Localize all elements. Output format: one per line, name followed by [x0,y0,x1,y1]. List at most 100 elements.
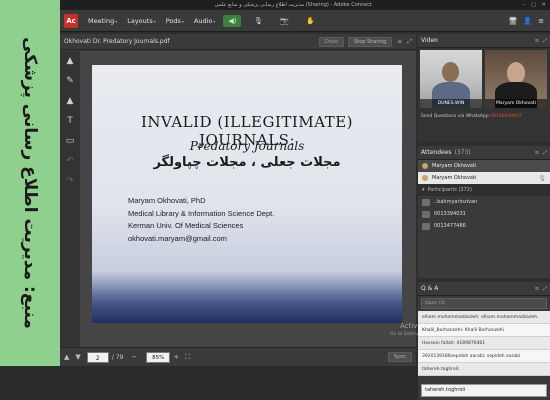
activate-windows-hint: Go to Settings to activate Windows. [390,332,471,337]
qa-pod: Q & A ≡ ⤢ Open (3) elham mohammadzadeh: … [418,282,550,400]
redo-icon[interactable]: ↷ [60,171,80,191]
qa-question-row[interactable]: tahereh.toghroli: [418,363,550,376]
participants-label: Participants (372) [427,187,472,193]
highlighter-tool-icon[interactable]: ▲ [60,91,80,111]
user-icon [422,210,430,218]
chevron-down-icon: ▾ [153,18,156,24]
previous-page-icon[interactable]: ▲ [64,353,69,361]
attendees-title: Attendees [421,149,452,156]
page-number-input[interactable]: 2 [86,351,109,363]
video-tile-1[interactable]: DUNES.WIN [420,50,482,108]
user-icon [422,175,428,181]
next-page-icon[interactable]: ▼ [75,353,80,361]
menu-audio[interactable]: Audio▾ [194,17,216,25]
maximize-pod-icon[interactable]: ⤢ [543,286,547,292]
chevron-down-icon: ▾ [115,18,118,24]
document-viewer: INVALID (ILLEGITIMATE) JOURNALS: Predato… [80,51,416,347]
adobe-connect-window: مدیریت اطلاع رسانی پزشکی و منابع علمی (S… [60,0,550,400]
list-item[interactable]: 0013394031 [418,208,550,220]
stop-sharing-button[interactable]: Stop Sharing [348,36,393,47]
author-name: Maryam Okhovati, PhD [128,196,206,205]
slide-persian-title: مجلات جعلی ، مجلات چپاولگر [153,155,341,170]
user-icon[interactable]: 👤 [523,17,532,25]
author-university: Kerman Univ. Of Medical Sciences [128,221,244,230]
user-icon [422,198,430,206]
slide: INVALID (ILLEGITIMATE) JOURNALS: Predato… [92,65,402,323]
shape-tool-icon[interactable]: ▭ [60,131,80,151]
video-pod-title: Video [421,37,438,44]
pod-menu-icon[interactable]: ≡ [535,150,539,156]
share-pod: Okhovati Dr. Predatory Journals.pdf Draw… [60,34,416,366]
user-icon [422,163,428,169]
camera-icon[interactable]: 📷 [275,15,293,27]
annotation-toolbar: ▲ ✎ ▲ T ▭ ↶ ↷ [60,51,80,347]
maximize-pod-icon[interactable]: ⤢ [407,38,412,46]
window-title: مدیریت اطلاع رسانی پزشکی و منابع علمی (S… [214,2,372,8]
participants-section-header[interactable]: ▾ Participants (372) [418,184,550,196]
speaker-icon[interactable]: ◀) [223,14,242,27]
pod-menu-icon[interactable]: ≡ [397,38,402,45]
qa-title: Q & A [421,285,439,292]
qa-filter-select[interactable]: Open (3) [421,298,547,309]
presenter-row[interactable]: Maryam Okhovati 🎙 [418,172,550,184]
pod-menu-icon[interactable]: ≡ [535,38,539,44]
raise-hand-icon[interactable]: ✋ [301,15,319,27]
qa-question-text: Hossein fallah: 4189876461 [422,340,486,346]
screen-share-icon[interactable]: 🖥 [509,17,518,25]
attendee-name: 0013477486 [434,223,466,229]
minimize-icon[interactable]: – [523,2,526,8]
title-bar: مدیریت اطلاع رسانی پزشکی و منابع علمی (S… [60,0,550,10]
presenter-name: Maryam Okhovati [432,175,477,181]
host-row[interactable]: Maryam Okhovati [418,160,550,172]
video-tile-2[interactable]: Maryam Okhovati [485,50,547,108]
qa-question-row[interactable]: Hossein fallah: 4189876461 [418,337,550,350]
chevron-down-icon: ▾ [213,18,216,24]
undo-icon[interactable]: ↶ [60,151,80,171]
zoom-select[interactable]: 85% [146,351,171,363]
page-total: / 79 [111,353,124,361]
fit-page-icon[interactable]: ⛶ [185,353,190,362]
document-title: Okhovati Dr. Predatory Journals.pdf [64,38,170,45]
menu-layouts[interactable]: Layouts▾ [127,17,156,25]
chevron-down-icon: ▾ [181,18,184,24]
participant-head [442,62,459,82]
video-participant-name: Maryam Okhovati [485,99,547,108]
author-department: Medical Library & Information Science De… [128,208,275,218]
draw-button[interactable]: Draw [318,36,344,47]
host-name: Maryam Okhovati [432,163,477,169]
qa-question-text: elham mohammadzadeh: elham.mohammadzadeh… [422,314,539,320]
menu-pods[interactable]: Pods▾ [166,17,184,25]
close-icon[interactable]: ✕ [542,2,546,8]
slide-subtitle: Predatory Journals [189,139,305,153]
menu-meeting[interactable]: Meeting▾ [88,17,117,25]
maximize-pod-icon[interactable]: ⤢ [543,150,547,156]
hamburger-menu-icon[interactable]: ≡ [538,17,544,25]
attendees-pod-header: Attendees (373) ≡ ⤢ [418,146,550,160]
attendee-name: 0013394031 [434,211,466,217]
video-pod-header: Video ≡ ⤢ [418,34,550,48]
adobe-connect-logo: Ac [64,13,78,28]
pod-menu-icon[interactable]: ≡ [535,286,539,292]
qa-input-field[interactable]: tahereh.toghroli [421,384,547,397]
menu-pods-label: Pods [165,16,181,25]
maximize-pod-icon[interactable]: ⤢ [543,38,547,44]
attendees-count: (373) [454,149,471,156]
attendee-name: ..bahmyarinzivan [434,199,478,205]
zoom-in-icon[interactable]: + [173,353,179,361]
pencil-tool-icon[interactable]: ✎ [60,71,80,91]
microphone-icon[interactable]: 🎙 [249,15,267,27]
share-pod-footer: ▲ ▼ 2 / 79 − 85% + ⛶ Sync [60,347,416,366]
text-tool-icon[interactable]: T [60,111,80,131]
menu-layouts-label: Layouts [127,16,153,25]
sync-button[interactable]: Sync [387,352,412,362]
qa-question-row[interactable]: 3920139186sepideh aarabi: sepideh aarabi [418,350,550,363]
menu-audio-label: Audio [193,16,213,25]
list-item[interactable]: 0013477486 [418,220,550,232]
maximize-icon[interactable]: □ [531,2,536,8]
zoom-out-icon[interactable]: − [131,353,137,361]
attendees-pod: Attendees (373) ≡ ⤢ Maryam Okhovati Mary… [418,146,550,278]
list-item[interactable]: ..bahmyarinzivan [418,196,550,208]
author-email: okhovati.maryam@gmail.com [128,233,227,243]
selection-tool-icon[interactable]: ▲ [60,51,80,71]
caption-text: منبع: مدیریت اطلاع رسانی پزشکی [20,37,40,329]
